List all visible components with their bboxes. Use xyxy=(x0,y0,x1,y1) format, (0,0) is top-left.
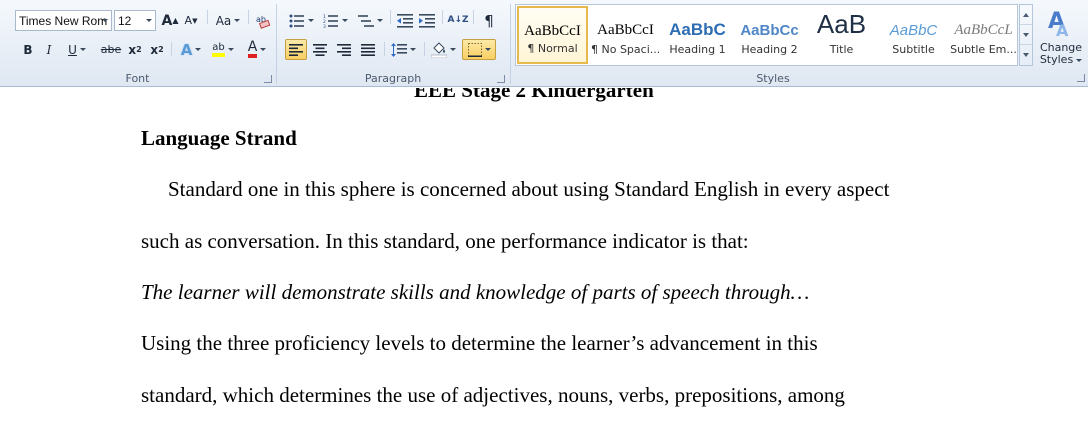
paragraph-group: 1 2 3 A↓Z ¶ Paragraph xyxy=(278,0,508,87)
decrease-indent-icon xyxy=(397,13,413,28)
grow-font-icon: A xyxy=(161,12,173,29)
subscript-button[interactable]: x2 xyxy=(125,39,145,60)
borders-icon xyxy=(467,42,482,57)
align-left-button[interactable] xyxy=(285,39,307,60)
paragraph-dialog-launcher-icon[interactable] xyxy=(497,75,505,83)
decrease-indent-button[interactable] xyxy=(395,10,415,31)
paragraph-line: Using the three proficiency levels to de… xyxy=(141,331,818,355)
bold-button[interactable]: B xyxy=(18,39,38,60)
align-right-button[interactable] xyxy=(333,39,355,60)
change-styles-label: Change Styles xyxy=(1036,42,1086,66)
styles-group: Styles xyxy=(513,0,1033,87)
multilevel-list-button[interactable] xyxy=(354,10,386,31)
highlight-button[interactable]: ab xyxy=(208,39,238,60)
bullets-button[interactable] xyxy=(286,10,316,31)
shrink-font-icon: A xyxy=(184,14,193,27)
paragraph-line: standard, which determines the use of ad… xyxy=(141,383,845,407)
svg-text:3: 3 xyxy=(323,24,326,28)
svg-text:A: A xyxy=(1056,21,1069,40)
italic-button[interactable]: I xyxy=(39,39,59,60)
grow-font-button[interactable]: A ▲ xyxy=(160,10,180,31)
superscript-icon: x xyxy=(150,42,159,57)
pilcrow-icon: ¶ xyxy=(484,11,494,30)
sort-button[interactable]: A↓Z xyxy=(447,10,469,31)
paragraph-line: Standard one in this sphere is concerned… xyxy=(168,177,890,201)
divider xyxy=(424,42,425,56)
underline-icon: U xyxy=(68,42,77,57)
change-styles-icon: A A xyxy=(1048,9,1069,40)
paragraph-line: such as conversation. In this standard, … xyxy=(141,229,749,253)
increase-indent-icon xyxy=(419,13,435,28)
chevron-down-icon[interactable] xyxy=(143,11,155,30)
justify-button[interactable] xyxy=(357,39,379,60)
divider xyxy=(384,42,385,56)
document-page[interactable]: EEE Stage 2 Kindergarten Language Strand… xyxy=(0,88,1088,421)
bullet-list-icon xyxy=(289,14,304,27)
align-left-icon xyxy=(289,43,303,56)
italic-quote-line: The learner will demonstrate skills and … xyxy=(141,280,810,304)
sort-icon: A↓Z xyxy=(447,15,469,25)
shrink-font-button[interactable]: A ▼ xyxy=(181,10,201,31)
font-size-combo[interactable]: 12 xyxy=(114,10,156,31)
clear-formatting-icon: ab xyxy=(256,15,271,29)
font-group-label: Font xyxy=(125,72,150,85)
underline-button[interactable]: U xyxy=(62,39,92,60)
strikethrough-button[interactable]: abe xyxy=(98,39,124,60)
styles-group-label: Styles xyxy=(756,72,790,85)
change-styles-button[interactable]: A A Change Styles xyxy=(1036,4,1086,68)
divider xyxy=(390,10,391,24)
align-right-icon xyxy=(337,43,351,56)
superscript-digit: 2 xyxy=(158,45,164,54)
divider xyxy=(442,10,443,24)
borders-button[interactable] xyxy=(462,39,496,60)
section-heading: Language Strand xyxy=(141,126,297,150)
line-spacing-button[interactable] xyxy=(388,39,418,60)
font-group: Times New Rom 12 A ▲ A ▼ Aa ab B I U abe… xyxy=(0,0,275,87)
divider xyxy=(171,42,172,56)
font-size-value: 12 xyxy=(118,13,132,28)
italic-icon: I xyxy=(46,42,52,57)
chevron-down-icon[interactable] xyxy=(99,11,111,30)
change-case-button[interactable]: Aa xyxy=(213,10,243,31)
font-color-icon: A xyxy=(247,40,258,58)
styles-dialog-launcher-icon[interactable] xyxy=(1077,74,1085,82)
numbering-button[interactable]: 1 2 3 xyxy=(320,10,350,31)
superscript-button[interactable]: x2 xyxy=(147,39,167,60)
strikethrough-icon: abe xyxy=(100,43,122,56)
subscript-digit: 2 xyxy=(136,45,142,54)
shading-button[interactable] xyxy=(428,39,458,60)
font-name-value: Times New Rom xyxy=(19,13,108,28)
align-center-icon xyxy=(313,43,327,56)
numbered-list-icon: 1 2 3 xyxy=(323,14,338,28)
change-case-icon: Aa xyxy=(215,13,232,28)
font-color-button[interactable]: A xyxy=(242,39,272,60)
ribbon: Times New Rom 12 A ▲ A ▼ Aa ab B I U abe… xyxy=(0,0,1088,87)
justify-icon xyxy=(361,43,375,56)
change-styles-label-line2: Styles xyxy=(1040,53,1082,66)
line-spacing-icon xyxy=(390,42,407,57)
paragraph-group-label: Paragraph xyxy=(364,72,422,85)
align-center-button[interactable] xyxy=(309,39,331,60)
text-effects-icon: A xyxy=(180,40,193,59)
highlighter-icon: ab xyxy=(212,42,225,57)
font-dialog-launcher-icon[interactable] xyxy=(264,75,272,83)
document-title-partially-hidden: EEE Stage 2 Kindergarten xyxy=(414,88,654,102)
paint-bucket-icon xyxy=(430,41,447,58)
multilevel-list-icon xyxy=(357,14,374,27)
divider xyxy=(473,10,474,24)
divider xyxy=(207,10,208,24)
font-name-combo[interactable]: Times New Rom xyxy=(15,10,112,31)
increase-indent-button[interactable] xyxy=(417,10,437,31)
group-divider xyxy=(510,4,511,84)
bold-icon: B xyxy=(23,42,33,57)
text-effects-button[interactable]: A xyxy=(177,39,205,60)
show-hide-marks-button[interactable]: ¶ xyxy=(479,10,499,31)
divider xyxy=(248,10,249,24)
subscript-icon: x xyxy=(128,42,137,57)
clear-formatting-button[interactable]: ab xyxy=(253,10,273,31)
group-divider xyxy=(276,4,277,84)
